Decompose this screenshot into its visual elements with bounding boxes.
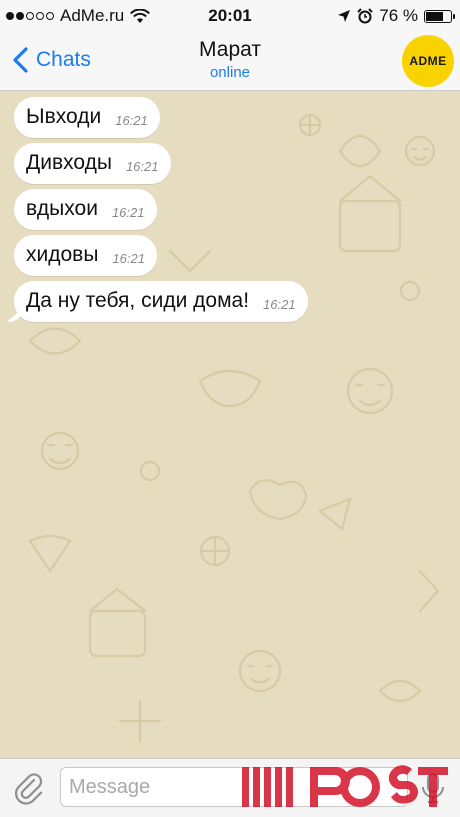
battery-fill <box>426 11 443 21</box>
message-bubble[interactable]: Ывходи 16:21 <box>14 97 160 138</box>
message-time: 16:21 <box>111 205 145 220</box>
message-time: 16:21 <box>112 251 145 266</box>
message-time: 16:21 <box>263 297 296 312</box>
status-bar: AdMe.ru 20:01 76 % <box>0 0 460 32</box>
message-bubble[interactable]: вдыхои 16:21 <box>14 189 157 230</box>
chat-area[interactable]: Ывходи 16:21 Дивходы 16:21 вдыхои 16:21 … <box>0 91 460 759</box>
contact-name: Марат <box>199 38 261 61</box>
message-bubble[interactable]: Дивходы 16:21 <box>14 143 171 184</box>
message-bubble[interactable]: Да ну тебя, сиди дома! 16:21 <box>14 281 308 322</box>
status-right: 76 % <box>337 6 455 26</box>
chat-header[interactable]: Марат online <box>0 38 460 81</box>
message-time: 16:21 <box>125 159 159 174</box>
message-bubble[interactable]: хидовы 16:21 <box>14 235 157 276</box>
battery-percentage: 76 % <box>379 6 418 25</box>
message-text: Ывходи <box>26 105 102 128</box>
message-time: 16:21 <box>115 113 148 128</box>
message-text: Дивходы <box>26 151 112 174</box>
contact-status: online <box>209 64 251 81</box>
battery-icon <box>424 9 455 23</box>
message-text: хидовы <box>26 243 99 266</box>
paperclip-icon[interactable] <box>12 771 46 805</box>
location-arrow-icon <box>338 10 351 22</box>
navigation-bar: Chats Марат online ADME <box>0 32 460 91</box>
watermark-logo <box>242 765 448 807</box>
message-text: Да ну тебя, сиди дома! <box>26 289 250 312</box>
phone-screen: AdMe.ru 20:01 76 % Chats Марат online AD… <box>0 0 460 817</box>
message-input-bar <box>0 758 460 817</box>
alarm-icon <box>357 8 373 24</box>
message-text: вдыхои <box>26 197 98 220</box>
contact-avatar[interactable]: ADME <box>402 35 454 87</box>
message-list: Ывходи 16:21 Дивходы 16:21 вдыхои 16:21 … <box>14 97 446 322</box>
